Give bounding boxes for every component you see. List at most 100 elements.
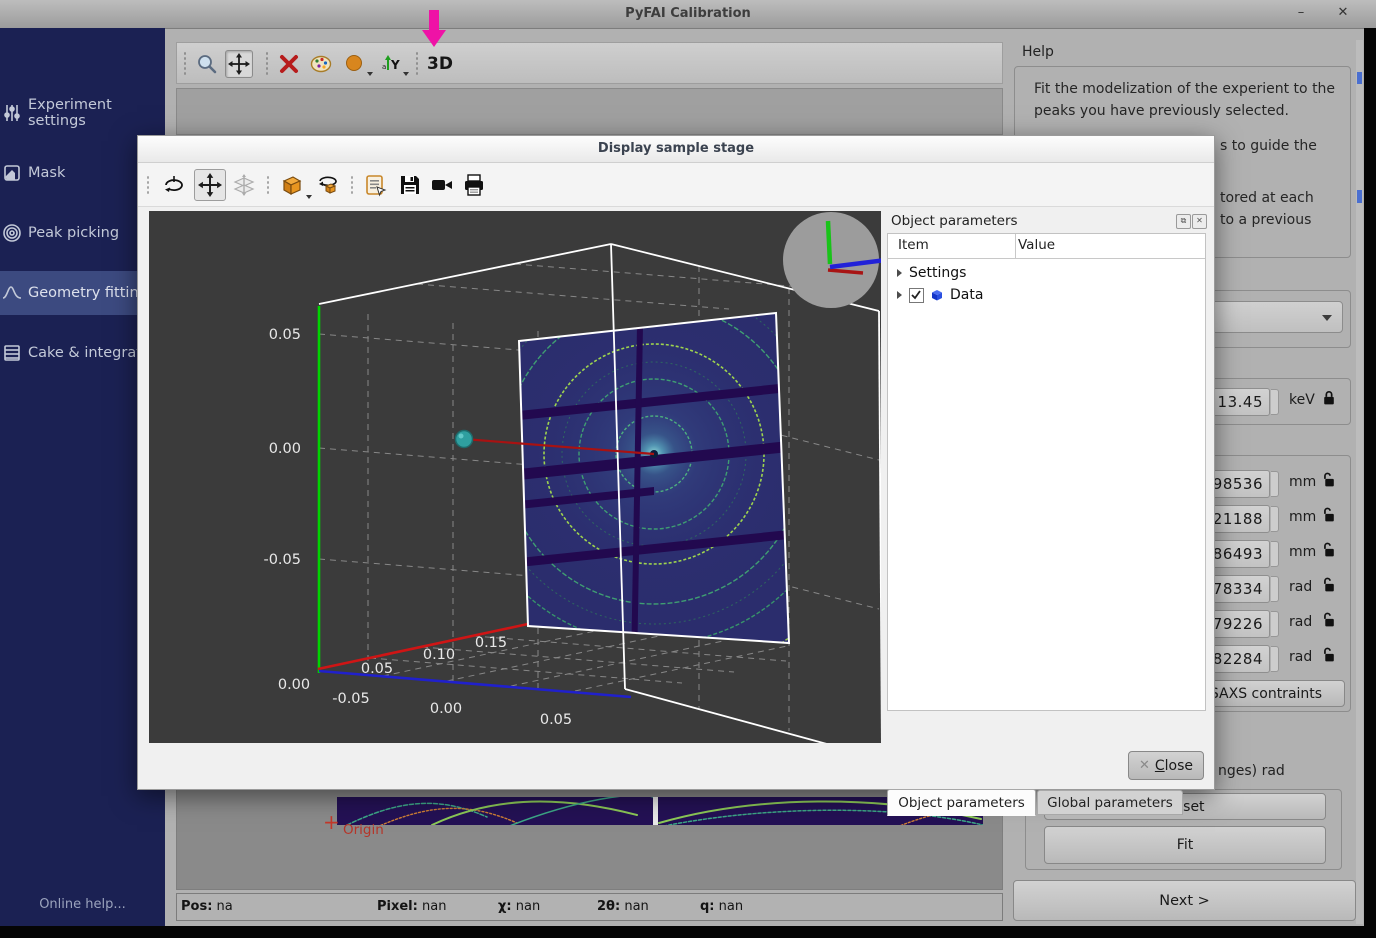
tree-row-data[interactable]: Data (888, 284, 1205, 306)
pan-icon (198, 173, 222, 197)
pan-icon (228, 53, 250, 75)
tab-global-parameters[interactable]: Global parameters (1037, 790, 1183, 815)
record-video-button[interactable] (426, 169, 458, 201)
window-title: PyFAI Calibration (0, 0, 1376, 28)
dialog-title: Display sample stage (138, 136, 1214, 162)
column-value[interactable]: Value (1018, 237, 1055, 253)
expander-icon[interactable] (897, 291, 902, 299)
peak-rings-icon (2, 223, 22, 243)
expander-icon[interactable] (897, 269, 902, 277)
save-button[interactable] (394, 169, 426, 201)
annotation-arrow-icon (420, 10, 448, 48)
sidebar-item-label: Experiment settings (28, 97, 165, 129)
cube-rotate-icon (316, 173, 340, 197)
dock-close-button[interactable]: ✕ (1192, 214, 1207, 229)
online-help-link[interactable]: Online help... (0, 897, 165, 912)
toolbar-grip[interactable] (265, 51, 270, 77)
toolbar-grip[interactable] (350, 175, 355, 195)
ranges-label-fragment: nges) rad (1218, 763, 1285, 779)
svg-text:0.15: 0.15 (475, 635, 507, 651)
fit-button[interactable]: Fit (1044, 826, 1326, 864)
svg-text:0.10: 0.10 (423, 647, 455, 663)
printer-icon (462, 173, 486, 197)
sidebar-item-label: Mask (28, 165, 65, 181)
scrollbar-mark (1357, 72, 1362, 84)
orange-cube-icon (280, 173, 304, 197)
video-camera-icon (430, 173, 454, 197)
dialog-titlebar[interactable]: Display sample stage (138, 136, 1214, 163)
copy-snapshot-button[interactable] (360, 169, 392, 201)
dock-title: Object parameters (891, 213, 1018, 229)
toolbar-grip[interactable] (183, 51, 188, 77)
tree-row-settings[interactable]: Settings (888, 262, 1205, 284)
sample-sphere-highlight (459, 434, 464, 439)
svg-text:0.05: 0.05 (540, 712, 572, 728)
y-axis-button[interactable]: aY (377, 50, 405, 78)
svg-text:-0.05: -0.05 (332, 691, 370, 707)
red-x-icon (278, 53, 300, 75)
floppy-disk-icon (398, 173, 422, 197)
svg-text:0.00: 0.00 (269, 441, 301, 457)
tree-row-label: Data (950, 287, 983, 303)
tab-object-parameters[interactable]: Object parameters (887, 789, 1036, 816)
svg-text:-0.05: -0.05 (263, 552, 301, 568)
colormap-button[interactable] (307, 50, 335, 78)
3d-view-button[interactable]: 3D (423, 50, 457, 78)
sidebar-item-label: Geometry fitting (28, 285, 148, 301)
column-divider[interactable] (1015, 234, 1016, 258)
data-visible-checkbox[interactable] (909, 288, 924, 303)
status-pixel: Pixel: nan (377, 899, 446, 914)
plane-mode-button[interactable] (228, 169, 260, 201)
toolbar-grip[interactable] (146, 175, 151, 195)
rotate-view-button[interactable] (158, 169, 190, 201)
window-titlebar[interactable]: PyFAI Calibration – ✕ (0, 0, 1376, 29)
svg-text:0.00: 0.00 (278, 677, 310, 693)
blue-cube-icon (930, 288, 944, 302)
dialog-close-button[interactable]: ✕ Close (1128, 751, 1204, 780)
close-label: Close (1155, 758, 1193, 774)
print-button[interactable] (458, 169, 490, 201)
help-text-line: peaks you have previously selected. (1034, 103, 1289, 119)
toolbar-grip[interactable] (415, 51, 420, 77)
pan-view-button[interactable] (194, 169, 226, 201)
remove-button[interactable] (275, 50, 303, 78)
sliders-icon (2, 103, 22, 123)
next-button[interactable]: Next > (1013, 880, 1356, 921)
marker-style-button[interactable] (341, 50, 369, 78)
object-parameters-dock: Object parameters ⧉ ✕ Item Value Setting… (887, 211, 1343, 743)
svg-text:0.05: 0.05 (361, 661, 393, 677)
screen-right-border (1364, 28, 1376, 938)
parameters-table: Item Value Settings Data (887, 233, 1206, 711)
minimize-button[interactable]: – (1292, 4, 1310, 22)
status-2theta: 2θ: nan (597, 899, 649, 914)
toolbar-grip[interactable] (266, 175, 271, 195)
mask-icon (2, 163, 22, 183)
3d-scene-view[interactable]: 0.05 0.00 -0.05 0.05 0.10 0.15 0.00 -0.0… (149, 211, 881, 743)
rotate-cube-button[interactable] (312, 169, 344, 201)
svg-text:0.05: 0.05 (269, 327, 301, 343)
magnifier-icon (196, 53, 218, 75)
dropdown-arrow-icon (403, 72, 409, 76)
rotate-icon (162, 173, 186, 197)
dock-float-button[interactable]: ⧉ (1176, 214, 1191, 229)
help-text-fragment: tored at each (1220, 190, 1314, 206)
sidebar-item-experiment-settings[interactable]: Experiment settings (0, 91, 165, 135)
planes-icon (232, 173, 256, 197)
tree-row-label: Settings (909, 265, 966, 281)
dialog-toolbar (138, 163, 1214, 207)
statusbar: Pos: na Pixel: nan χ: nan 2θ: nan q: nan (176, 893, 1003, 921)
bounding-box-button[interactable] (276, 169, 308, 201)
column-item[interactable]: Item (898, 237, 929, 253)
palette-icon (310, 53, 332, 75)
help-text-line: Fit the modelization of the experient to… (1034, 81, 1335, 97)
3d-button-label: 3D (427, 54, 453, 74)
svg-text:a: a (382, 63, 386, 71)
panel-scrollbar[interactable] (1356, 40, 1363, 924)
zoom-mode-button[interactable] (193, 50, 221, 78)
svg-text:Y: Y (390, 58, 400, 72)
origin-label: Origin (343, 822, 384, 838)
main-plot-top (176, 88, 1003, 135)
pan-mode-button[interactable] (225, 50, 253, 78)
cake-layers-icon (2, 343, 22, 363)
close-button[interactable]: ✕ (1334, 4, 1352, 22)
